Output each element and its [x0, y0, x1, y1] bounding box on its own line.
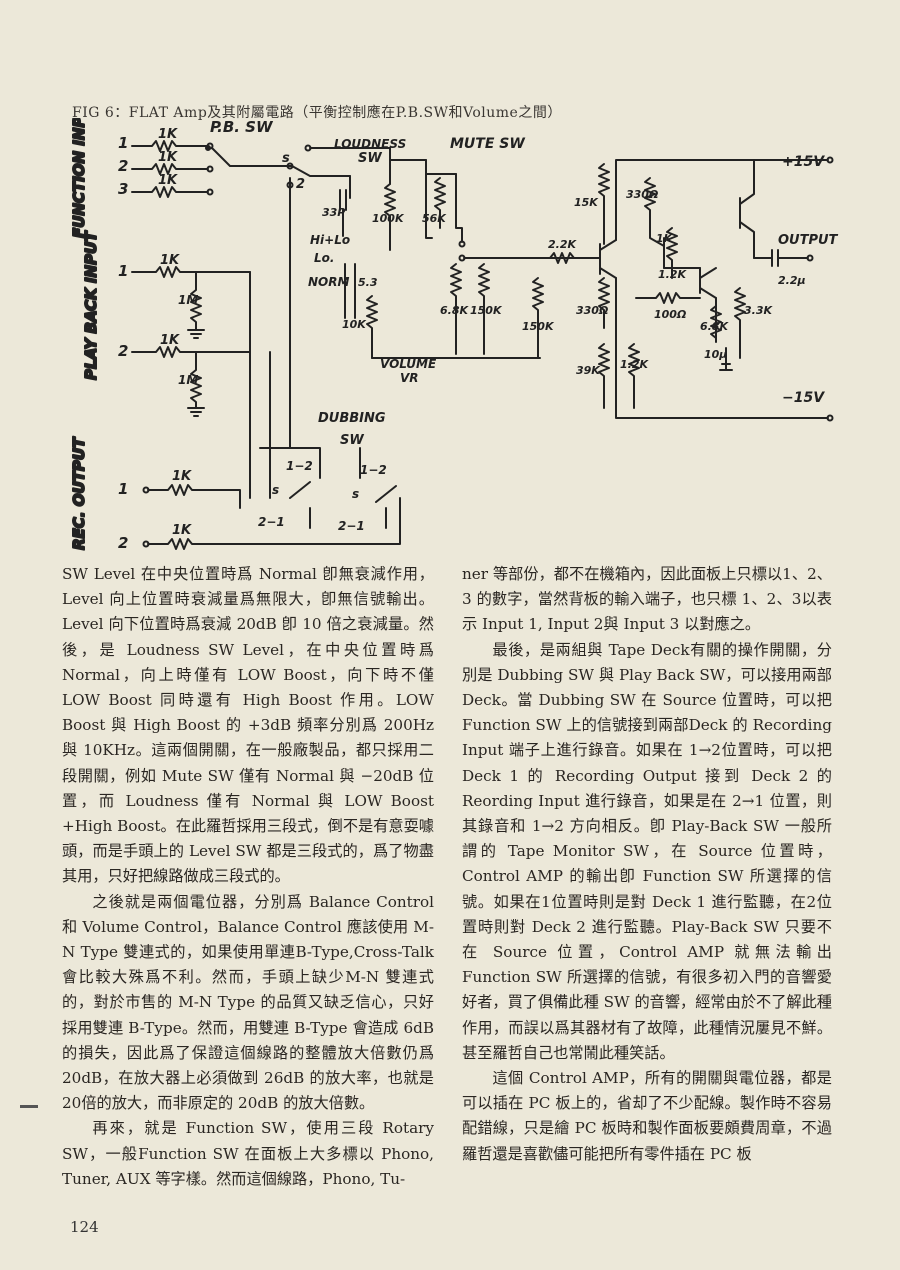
r-10k: 10K [342, 318, 367, 331]
paragraph: SW Level 在中央位置時爲 Normal 卽無衰減作用，Level 向上位… [62, 565, 434, 886]
dub-s-b: s [352, 487, 359, 501]
input-3-label: 3 [118, 180, 128, 198]
mute-sw-label: MUTE SW [450, 136, 525, 152]
norm-label: NORM [308, 275, 349, 289]
r-330-b: 330Ω [576, 304, 608, 317]
output-label: OUTPUT [778, 233, 839, 248]
vr-label: VR [400, 371, 419, 385]
r-1k-a: 1K [656, 232, 674, 245]
c-5-3: 5.3 [358, 276, 378, 289]
minus-15v-label: −15V [782, 390, 825, 406]
rec-output-label: REC. OUTPUT [70, 436, 88, 550]
r-func1: 1K [158, 127, 178, 142]
dub-s-a: s [272, 483, 279, 497]
margin-mark [20, 1105, 38, 1108]
r-100: 100Ω [654, 308, 686, 321]
r-2-2k: 2.2K [548, 238, 577, 251]
r-6-8k: 6.8K [440, 304, 469, 317]
r-1m-1: 1M [178, 293, 198, 307]
pb-sw-2: 2 [296, 177, 305, 192]
paragraph: ner 等部份，都不在機箱內，因此面板上只標以1、2、3 的數字，當然背板的輸入… [462, 565, 832, 634]
pb-in2-num: 2 [118, 342, 128, 360]
document-page: FIG 6：FLAT Amp及其附屬電路（平衡控制應在P.B.SW和Volume… [0, 0, 900, 1270]
r-1-2k-a: 1.2K [658, 268, 687, 281]
r-3-3k: 3.3K [744, 304, 773, 317]
r-rec2: 1K [172, 523, 192, 538]
r-150k-1: 150K [470, 304, 503, 317]
page-number: 124 [70, 1218, 99, 1236]
r-39k: 39K [576, 364, 601, 377]
play-back-input-label: PLAY BACK INPUT [82, 230, 100, 380]
paragraph: 這個 Control AMP，所有的開關與電位器，都是可以插在 PC 板上的，省… [462, 1069, 832, 1163]
pb-sw-s: s [282, 151, 290, 166]
text-column-left: SW Level 在中央位置時爲 Normal 卽無衰減作用，Level 向上位… [62, 562, 434, 1192]
loudness-sw-label: SW [358, 151, 382, 166]
r-56k: 56K [422, 212, 447, 225]
r-func3: 1K [158, 173, 178, 188]
r-rec1: 1K [172, 469, 192, 484]
c-2-2u: 2.2μ [778, 274, 806, 287]
c-10u: 10μ [704, 348, 727, 361]
lo-label: Lo. [314, 251, 334, 265]
dub-2-1-b: 2−1 [338, 519, 365, 533]
input-2-label: 2 [118, 157, 128, 175]
function-input-label: FUNCTION INPUT [70, 118, 88, 238]
paragraph: 最後，是兩組與 Tape Deck有關的操作開關，分別是 Dubbing SW … [462, 640, 832, 1062]
dub-1-2-a: 1−2 [286, 459, 313, 473]
loudness-label: LOUDNESS [334, 137, 406, 151]
r-330-a: 330Ω [626, 188, 658, 201]
pb-sw-label: P.B. SW [210, 118, 274, 136]
plus-15v-label: +15V [782, 154, 825, 170]
dubbing-label: DUBBING [318, 411, 386, 426]
r-pb1: 1K [160, 253, 180, 268]
dub-1-2-b: 1−2 [360, 463, 387, 477]
r-100k: 100K [372, 212, 405, 225]
r-6-8k-b: 6.8K [700, 320, 729, 333]
c-33p: 33P [322, 206, 345, 219]
volume-label: VOLUME [380, 357, 437, 371]
r-func2: 1K [158, 150, 178, 165]
text-column-right: ner 等部份，都不在機箱內，因此面板上只標以1、2、3 的數字，當然背板的輸入… [462, 562, 832, 1167]
r-1-2k-b: 1.2K [620, 358, 649, 371]
r-1m-2: 1M [178, 373, 198, 387]
input-1-label: 1 [118, 134, 128, 152]
rec-out1-num: 1 [118, 480, 128, 498]
pb-in1-num: 1 [118, 262, 128, 280]
rec-out2-num: 2 [118, 534, 128, 552]
r-pb2: 1K [160, 333, 180, 348]
r-150k-2: 150K [522, 320, 555, 333]
schematic-diagram: FUNCTION INPUT PLAY BACK INPUT REC. OUTP… [69, 118, 839, 552]
dub-2-1-a: 2−1 [258, 515, 285, 529]
dubbing-sw-label: SW [340, 433, 364, 448]
r-15k: 15K [574, 196, 599, 209]
hilo-label: Hi+Lo [310, 233, 350, 247]
paragraph: 之後就是兩個電位器，分別爲 Balance Control 和 Volume C… [62, 892, 434, 1113]
paragraph: 再來，就是 Function SW，使用三段 Rotary SW，一般Funct… [62, 1119, 434, 1188]
